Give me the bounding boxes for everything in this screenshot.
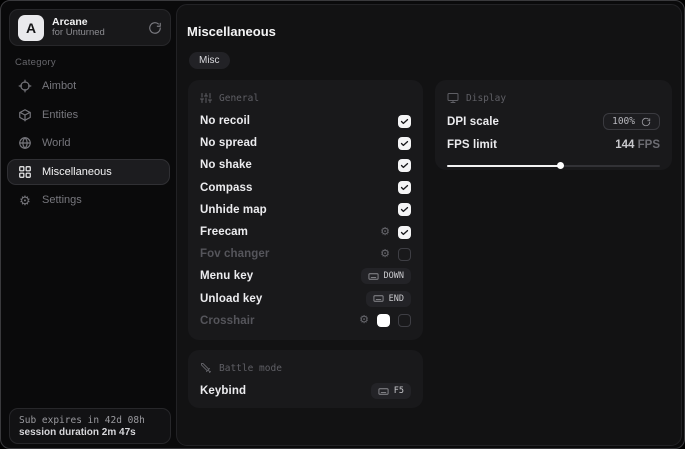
checkbox-freecam[interactable] [398, 226, 411, 239]
gear-icon[interactable]: ⚙ [359, 315, 369, 326]
sidebar-item-label: Settings [42, 194, 82, 206]
checkbox-unhide-map[interactable] [398, 203, 411, 216]
display-card: Display DPI scale 100% FPS limit 144 FPS [435, 80, 672, 170]
setting-row-keybind: Keybind F5 [200, 380, 411, 402]
grid-icon [18, 165, 32, 179]
fps-limit-slider[interactable] [447, 162, 660, 169]
crosshair-icon [18, 79, 32, 93]
slider-thumb[interactable] [557, 162, 564, 169]
keyboard-icon [368, 271, 379, 282]
sidebar-item-miscellaneous[interactable]: Miscellaneous [7, 159, 170, 185]
sidebar-item-label: World [42, 137, 71, 149]
gear-icon[interactable]: ⚙ [380, 249, 390, 260]
setting-row-unhide-map: Unhide map [200, 199, 411, 221]
app-logo: A [18, 15, 44, 41]
checkbox-no-recoil[interactable] [398, 115, 411, 128]
setting-row-compass: Compass [200, 177, 411, 199]
session-duration-text: session duration 2m 47s [19, 427, 161, 438]
general-header: General [200, 89, 411, 107]
sidebar-item-entities[interactable]: Entities [7, 102, 170, 128]
sidebar-item-world[interactable]: World [7, 130, 170, 156]
keybind-battle-mode[interactable]: F5 [371, 383, 411, 399]
general-card: General No recoil No spread No shake Com… [188, 80, 423, 340]
sidebar-item-label: Miscellaneous [42, 166, 112, 178]
keybind-unload-key[interactable]: END [366, 291, 411, 307]
setting-row-crosshair: Crosshair ⚙ [200, 310, 411, 332]
keyboard-icon [378, 386, 389, 397]
fps-limit-value: 144 FPS [615, 139, 660, 151]
app-subtitle: for Unturned [52, 28, 140, 39]
reset-icon [641, 117, 651, 127]
keybind-menu-key[interactable]: DOWN [361, 268, 411, 284]
sword-icon [200, 362, 212, 374]
dpi-value-badge[interactable]: 100% [603, 113, 660, 130]
category-label: Category [15, 57, 56, 68]
checkbox-no-spread[interactable] [398, 137, 411, 150]
setting-row-no-shake: No shake [200, 154, 411, 176]
sidebar-item-aimbot[interactable]: Aimbot [7, 73, 170, 99]
dpi-scale-row: DPI scale 100% [447, 110, 660, 133]
keyboard-icon [373, 293, 384, 304]
slider-fill [447, 165, 560, 168]
sub-expires-text: Sub expires in 42d 08h [19, 415, 161, 426]
sidebar: A Arcane for Unturned Category Aimbot En… [1, 1, 176, 448]
tab-misc[interactable]: Misc [189, 52, 230, 69]
page-title: Miscellaneous [187, 24, 276, 39]
fps-limit-row: FPS limit 144 FPS [447, 133, 660, 156]
app-header-card: A Arcane for Unturned [9, 9, 171, 46]
main-panel: Miscellaneous Misc General No recoil No … [176, 4, 682, 446]
gear-icon[interactable]: ⚙ [380, 227, 390, 238]
sidebar-item-label: Entities [42, 109, 78, 121]
checkbox-crosshair[interactable] [398, 314, 411, 327]
sidebar-item-label: Aimbot [42, 80, 76, 92]
checkbox-no-shake[interactable] [398, 159, 411, 172]
setting-row-menu-key: Menu key DOWN [200, 265, 411, 287]
setting-row-freecam: Freecam ⚙ [200, 221, 411, 243]
checkbox-compass[interactable] [398, 181, 411, 194]
gear-icon: ⚙ [18, 193, 32, 207]
setting-row-no-spread: No spread [200, 132, 411, 154]
color-swatch[interactable] [377, 314, 390, 327]
setting-row-fov-changer: Fov changer ⚙ [200, 243, 411, 265]
checkbox-fov-changer[interactable] [398, 248, 411, 261]
setting-row-no-recoil: No recoil [200, 110, 411, 132]
setting-row-unload-key: Unload key END [200, 288, 411, 310]
subscription-info-card: Sub expires in 42d 08h session duration … [9, 408, 171, 444]
battle-mode-card: Battle mode Keybind F5 [188, 350, 423, 408]
display-header: Display [447, 89, 660, 107]
sync-icon[interactable] [148, 21, 162, 35]
sidebar-item-settings[interactable]: ⚙ Settings [7, 187, 170, 213]
monitor-icon [447, 92, 459, 104]
cube-icon [18, 108, 32, 122]
sliders-icon [200, 92, 212, 104]
app-window: A Arcane for Unturned Category Aimbot En… [0, 0, 685, 449]
category-nav: Aimbot Entities World Miscellaneous [7, 73, 170, 216]
globe-icon [18, 136, 32, 150]
battle-mode-header: Battle mode [200, 359, 411, 377]
